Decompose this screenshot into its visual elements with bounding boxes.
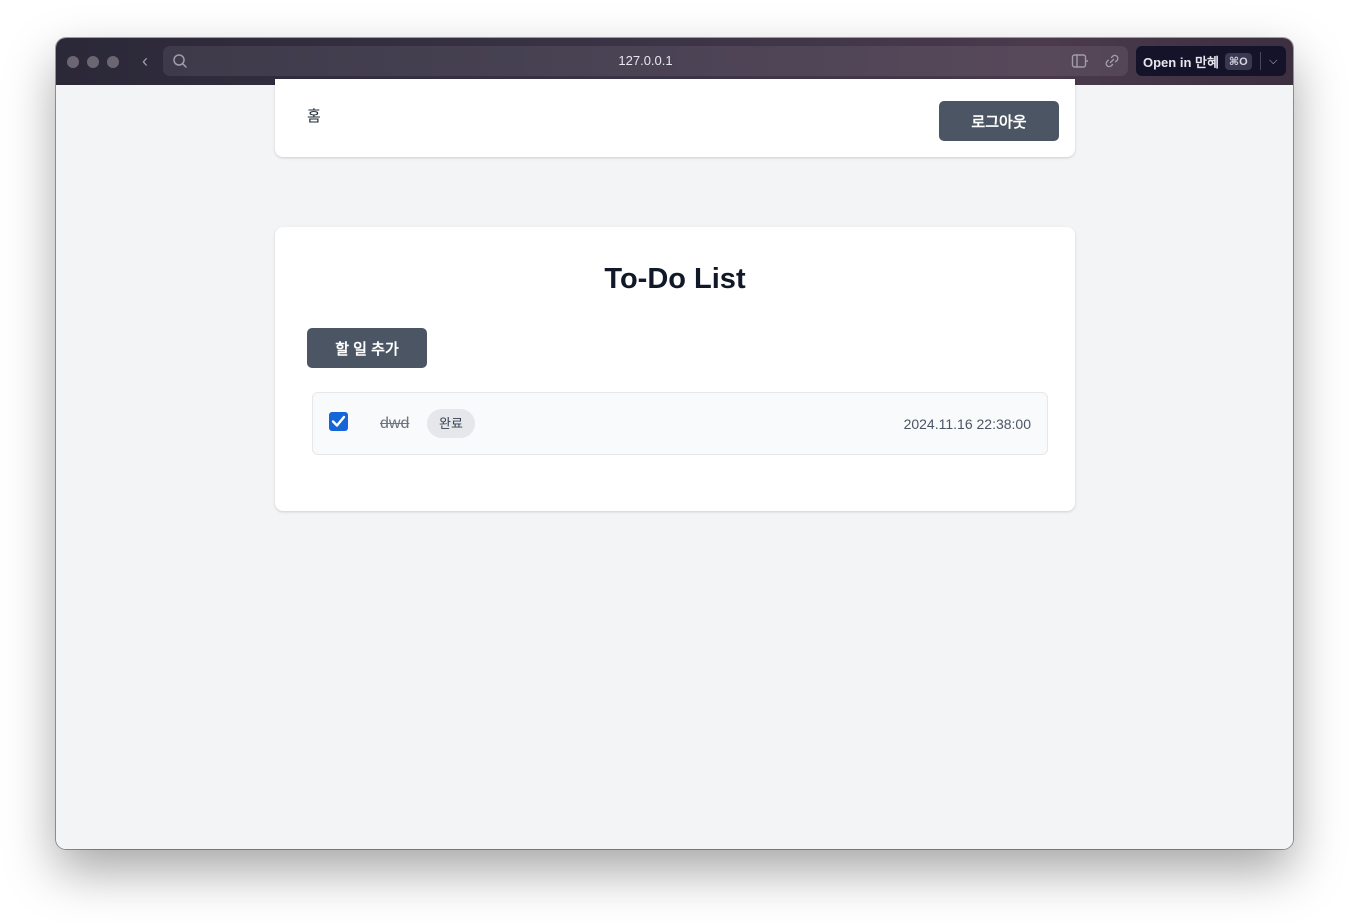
browser-window: ‹ 127.0.0.1 Open in 만혜 ⌘O ⌵ 홈 로그아웃 To-Do… (56, 38, 1293, 849)
reader-mode-icon[interactable] (1071, 53, 1089, 69)
shortcut-badge: ⌘O (1224, 52, 1252, 70)
todo-checkbox[interactable] (329, 412, 348, 431)
chevron-down-icon[interactable]: ⌵ (1261, 55, 1286, 68)
link-icon[interactable] (1103, 53, 1121, 69)
status-badge: 완료 (427, 409, 475, 438)
page-content: 홈 로그아웃 To-Do List 할 일 추가 dwd 완료 2024.11.… (56, 79, 1293, 849)
nav-home-link[interactable]: 홈 (307, 105, 321, 126)
add-todo-button[interactable]: 할 일 추가 (307, 328, 427, 368)
url-text: 127.0.0.1 (618, 53, 673, 68)
browser-titlebar: ‹ 127.0.0.1 Open in 만혜 ⌘O ⌵ (56, 38, 1293, 85)
todo-datetime: 2024.11.16 22:38:00 (903, 416, 1031, 432)
logout-button[interactable]: 로그아웃 (939, 101, 1059, 141)
todo-text: dwd (380, 415, 410, 432)
checkmark-icon (331, 415, 346, 427)
open-in-label: Open in 만혜 (1143, 54, 1219, 70)
address-bar[interactable]: 127.0.0.1 (163, 46, 1128, 76)
open-in-button[interactable]: Open in 만혜 ⌘O ⌵ (1136, 46, 1286, 76)
close-window-dot[interactable] (67, 56, 79, 68)
top-navbar: 홈 로그아웃 (275, 79, 1075, 157)
minimize-window-dot[interactable] (87, 56, 99, 68)
page-title: To-Do List (604, 263, 746, 295)
maximize-window-dot[interactable] (107, 56, 119, 68)
todo-card: To-Do List 할 일 추가 dwd 완료 2024.11.16 22:3… (275, 227, 1075, 511)
back-arrow-icon[interactable]: ‹ (136, 51, 154, 71)
todo-list-item: dwd 완료 2024.11.16 22:38:00 (312, 392, 1048, 455)
